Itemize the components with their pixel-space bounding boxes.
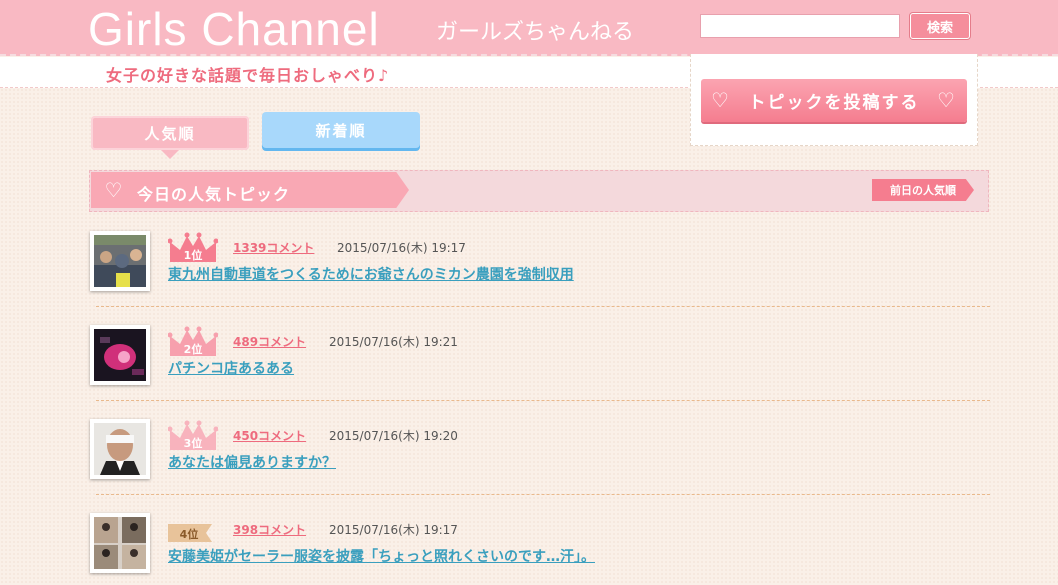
topic-thumbnail[interactable] <box>90 513 150 573</box>
row-divider <box>96 494 990 495</box>
rank-label: 2位 <box>183 343 203 356</box>
comment-count-link[interactable]: 1339コメント <box>233 239 314 256</box>
comment-count-link[interactable]: 398コメント <box>233 521 306 538</box>
thumbnail-image <box>94 235 146 287</box>
rank-label: 1位 <box>183 249 203 262</box>
rank-label: 4位 <box>179 528 199 541</box>
topic-date: 2015/07/16(木) 19:21 <box>329 335 458 349</box>
site-logo-subtitle[interactable]: ガールズちゃんねる <box>436 14 634 46</box>
topic-thumbnail[interactable] <box>90 325 150 385</box>
rank-crown: 3位 <box>167 420 219 450</box>
thumbnail-image <box>94 423 146 475</box>
previous-day-ranking-button[interactable]: 前日の人気順 <box>872 179 974 201</box>
section-header: ♡ 今日の人気トピック <box>91 172 409 208</box>
search-input[interactable] <box>700 14 900 38</box>
post-topic-label: トピックを投稿する <box>748 93 920 113</box>
thumbnail-image <box>94 517 146 569</box>
topic-thumbnail[interactable] <box>90 231 150 291</box>
comment-count-link[interactable]: 450コメント <box>233 427 306 444</box>
topic-date: 2015/07/16(木) 19:20 <box>329 429 458 443</box>
site-tagline: 女子の好きな話題で毎日おしゃべり♪ <box>106 66 390 85</box>
row-divider <box>96 400 990 401</box>
post-topic-button[interactable]: ♡ トピックを投稿する ♡ <box>701 79 967 122</box>
heart-icon: ♡ <box>937 88 957 112</box>
comment-count-link[interactable]: 489コメント <box>233 333 306 350</box>
heart-icon: ♡ <box>711 88 731 112</box>
tab-popular[interactable]: 人気順 <box>91 116 249 159</box>
topic-date: 2015/07/16(木) 19:17 <box>337 241 466 255</box>
topic-title-link[interactable]: パチンコ店あるある <box>168 358 294 378</box>
topic-date: 2015/07/16(木) 19:17 <box>329 523 458 537</box>
rank-ribbon: 4位 <box>168 514 218 544</box>
section-title: 今日の人気トピック <box>137 185 291 204</box>
topic-title-link[interactable]: 東九州自動車道をつくるためにお爺さんのミカン農園を強制収用 <box>168 264 574 284</box>
rank-crown: 1位 <box>167 232 219 262</box>
row-divider <box>96 306 990 307</box>
topic-title-link[interactable]: 安藤美姫がセーラー服姿を披露「ちょっと照れくさいのです…汗」。 <box>168 546 595 566</box>
topic-title-link[interactable]: あなたは偏見ありますか？ <box>168 452 336 472</box>
rank-crown: 2位 <box>167 326 219 356</box>
heart-icon: ♡ <box>104 178 124 202</box>
search-button[interactable]: 検索 <box>910 13 970 39</box>
tab-new[interactable]: 新着順 <box>262 112 420 148</box>
site-logo[interactable]: Girls Channel <box>88 2 380 56</box>
thumbnail-image <box>94 329 146 381</box>
rank-label: 3位 <box>183 437 203 450</box>
topic-thumbnail[interactable] <box>90 419 150 479</box>
